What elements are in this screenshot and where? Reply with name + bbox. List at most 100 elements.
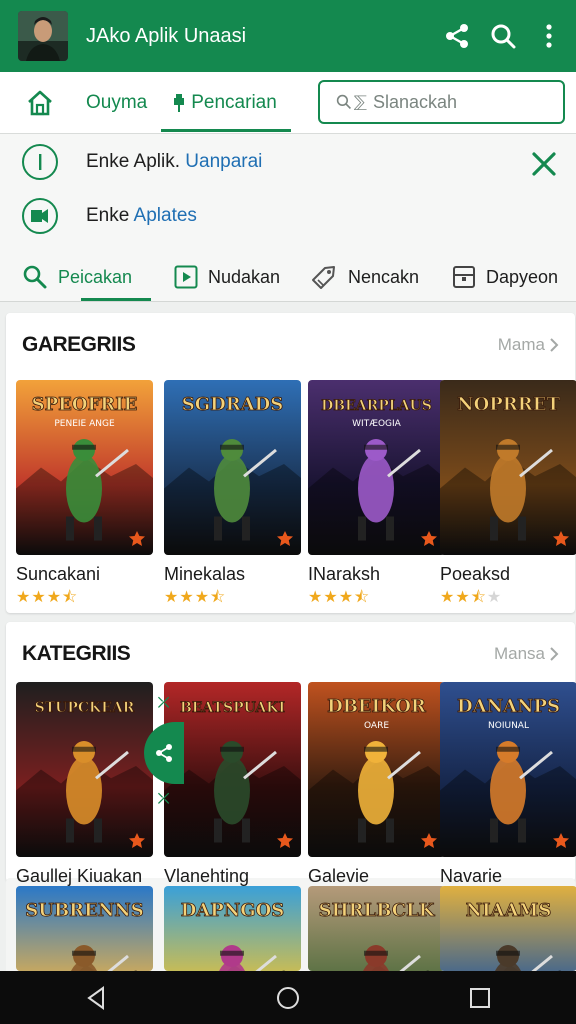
- action-peicakan[interactable]: Peicakan: [22, 264, 132, 290]
- section-title: GAREGRIIS: [22, 333, 136, 356]
- game-art-title: DAPNGOS: [181, 900, 285, 921]
- chevron-right-icon: [550, 647, 559, 661]
- game-art-title: STUPCKEAR: [35, 700, 135, 716]
- game-card[interactable]: DBEARPLAUS WITÆOGIA INaraksh ★★★⯪: [308, 380, 445, 613]
- tab-indicator: [161, 128, 291, 132]
- section-title: KATEGRIIS: [22, 642, 131, 665]
- search-icon: [336, 94, 351, 109]
- recents-icon[interactable]: [450, 978, 510, 1018]
- game-art: BEATSPUAKI: [164, 682, 301, 857]
- pin-icon: [174, 93, 185, 112]
- search-input-box[interactable]: ⅀: [318, 80, 565, 124]
- badge-icon: [275, 530, 295, 550]
- swap-icon: ⤫: [158, 694, 170, 710]
- rating-stars: ★★★⯪: [164, 589, 227, 606]
- box-icon: [453, 266, 475, 288]
- see-more-link[interactable]: Mansa: [494, 644, 559, 664]
- action-nudakan[interactable]: Nudakan: [174, 265, 280, 289]
- info-icon: [22, 144, 58, 180]
- action-dapyeon[interactable]: Dapyeon: [452, 265, 558, 289]
- game-art: NIAAMS: [440, 886, 576, 971]
- game-card[interactable]: SGDRADS Minekalas ★★★⯪: [164, 380, 301, 613]
- game-art-subtitle: OARE: [364, 721, 389, 731]
- game-art-subtitle: PENEIE ANGE: [54, 419, 115, 429]
- game-card[interactable]: BEATSPUAKIVlanehting★★⯪★: [164, 682, 301, 915]
- share-icon: [156, 744, 172, 762]
- game-card[interactable]: SHRLBCLK: [308, 886, 445, 971]
- game-art-title: SHRLBCLK: [319, 900, 436, 921]
- game-art: SPEOFRIE PENEIE ANGE: [16, 380, 153, 555]
- badge-icon: [419, 832, 439, 852]
- info-row-accent: Aplates: [133, 205, 197, 226]
- search-icon: [23, 265, 47, 289]
- game-card[interactable]: NIAAMS: [440, 886, 576, 971]
- badge-icon: [551, 832, 571, 852]
- tab-ouyma[interactable]: Ouyma: [86, 92, 147, 114]
- game-card[interactable]: DANANPSNOIUNALNavarie★★★★: [440, 682, 576, 908]
- info-row-text: Enke Aplik.: [86, 151, 180, 172]
- game-card[interactable]: SUBRENNS: [16, 886, 153, 971]
- game-card[interactable]: DAPNGOS: [164, 886, 301, 971]
- avatar[interactable]: [18, 11, 68, 61]
- action-label: Peicakan: [58, 266, 133, 287]
- more-vert-icon[interactable]: [526, 13, 572, 59]
- info-row-apps[interactable]: Enke Aplik. Uanparai: [22, 144, 262, 180]
- back-icon[interactable]: [66, 978, 126, 1018]
- game-art-title: DBEARPLAUS: [321, 398, 432, 414]
- tab-bar: Ouyma Pencarian ⅀: [0, 72, 576, 134]
- swap-icon: ⤫: [158, 790, 170, 806]
- search-input[interactable]: [373, 91, 563, 113]
- game-name: Galevie: [308, 866, 370, 886]
- home-circle-icon[interactable]: [258, 978, 318, 1018]
- game-art-title: SUBRENNS: [25, 900, 144, 921]
- game-name: Vlanehting: [164, 866, 250, 886]
- game-name: Gaullej Kiuakan: [16, 866, 143, 886]
- game-art: DBEARPLAUS WITÆOGIA: [308, 380, 445, 555]
- see-more-label: Mansa: [493, 644, 545, 663]
- game-art: DANANPS NOIUNAL: [440, 682, 576, 857]
- rating-stars: ★★★⯪: [308, 589, 371, 606]
- app-title: JAko Aplik Unaasi: [86, 24, 247, 47]
- close-icon[interactable]: [526, 146, 562, 182]
- system-nav-bar: [0, 971, 576, 1024]
- info-row-updates[interactable]: Enke Aplates: [22, 198, 197, 234]
- play-box-icon: [174, 265, 198, 289]
- share-icon[interactable]: [434, 13, 480, 59]
- game-art-title: NOPRRET: [457, 394, 560, 415]
- app-bar: JAko Aplik Unaasi: [0, 0, 576, 72]
- tab-pencarian[interactable]: Pencarian: [161, 91, 291, 132]
- action-nencakn[interactable]: Nencakn: [310, 263, 419, 291]
- game-card[interactable]: SPEOFRIE PENEIE ANGE Suncakani ★★★⯪: [16, 380, 153, 613]
- game-card[interactable]: DBEIKOROAREGalevie★★★★: [308, 682, 445, 908]
- game-card[interactable]: NOPRRET Poeaksd ★★⯪★: [440, 380, 576, 613]
- game-art-title: SGDRADS: [182, 394, 284, 415]
- game-name: Minekalas: [164, 564, 246, 584]
- see-more-label: Mama: [497, 335, 545, 354]
- chevron-right-icon: [550, 338, 559, 352]
- game-art: SHRLBCLK: [308, 886, 445, 971]
- game-art: NOPRRET: [440, 380, 576, 555]
- badge-icon: [275, 832, 295, 852]
- rating-stars: ★★⯪★: [440, 589, 503, 606]
- search-prefix: ⅀: [354, 94, 367, 111]
- game-name: Poeaksd: [440, 564, 511, 584]
- game-art: SGDRADS: [164, 380, 301, 555]
- tag-icon: [312, 266, 335, 289]
- search-icon[interactable]: [480, 13, 526, 59]
- game-art-title: DANANPS: [457, 696, 560, 717]
- game-card[interactable]: STUPCKEARGaullej Kiuakan★★★⯪: [16, 682, 153, 915]
- info-panel: Enke Aplik. Uanparai Enke Aplates Peicak…: [0, 134, 576, 302]
- home-icon[interactable]: [20, 83, 60, 123]
- badge-icon: [419, 530, 439, 550]
- info-row-text: Enke: [86, 205, 130, 226]
- see-more-link[interactable]: Mama: [498, 335, 559, 355]
- action-label: Dapyeon: [486, 266, 559, 287]
- game-name: INaraksh: [308, 564, 381, 584]
- game-name: Navarie: [440, 866, 503, 886]
- game-art-subtitle: WITÆOGIA: [352, 419, 402, 429]
- game-art: STUPCKEAR: [16, 682, 153, 857]
- game-art: DAPNGOS: [164, 886, 301, 971]
- action-indicator: [81, 298, 151, 301]
- game-art-title: BEATSPUAKI: [180, 700, 285, 716]
- tab-label: Pencarian: [191, 91, 277, 113]
